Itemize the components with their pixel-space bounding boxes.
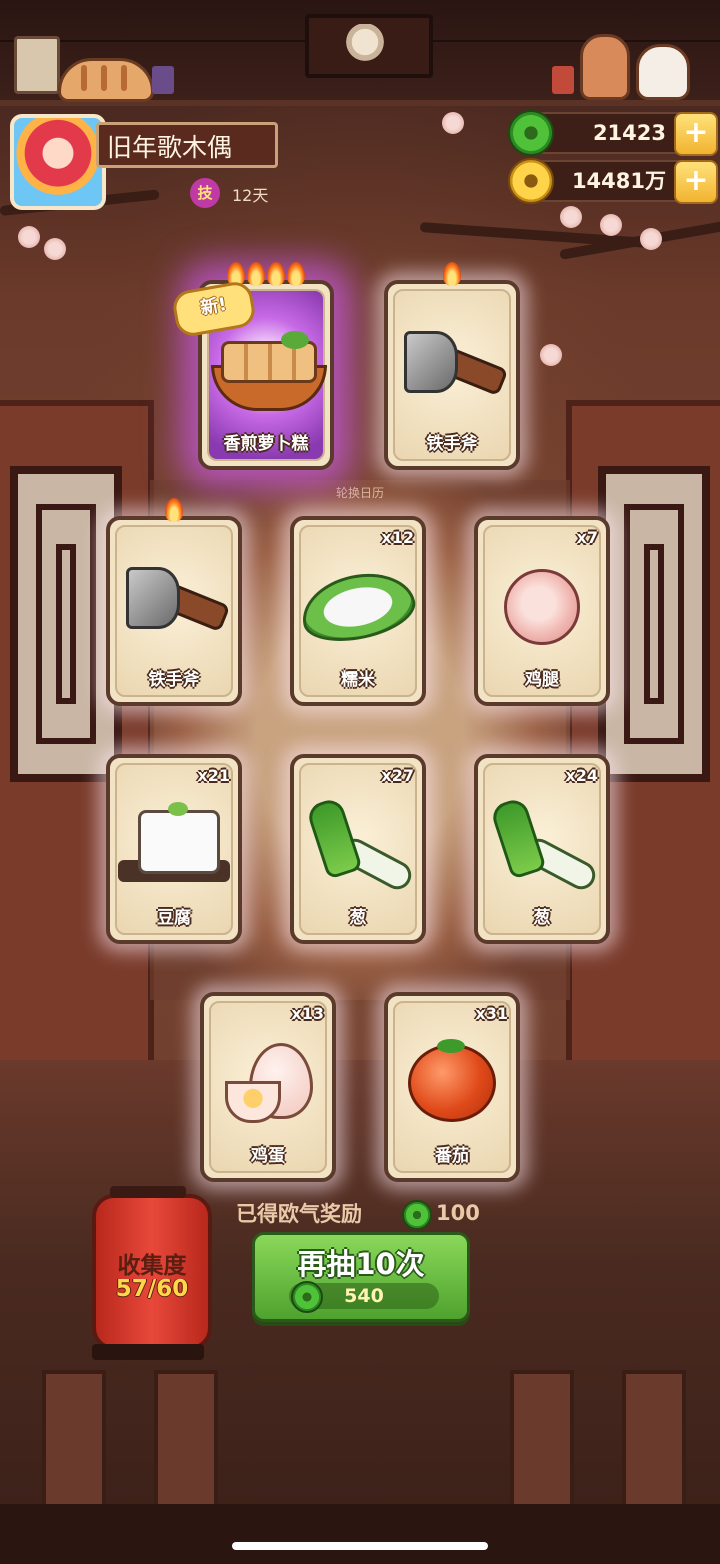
result-card[interactable]: x13 鸡蛋 <box>200 992 336 1182</box>
card-count: x12 <box>381 528 414 547</box>
jade-icon <box>508 110 554 156</box>
tomato-icon <box>408 1039 496 1123</box>
scallion-icon <box>489 796 601 895</box>
collection-progress: 57/60 <box>115 1276 189 1302</box>
coin-resource-bar: 14481万 + <box>508 158 718 204</box>
rarity-flames <box>388 262 516 290</box>
collection-lantern[interactable]: 收集度 57/60 <box>92 1186 212 1360</box>
fence-post <box>510 1370 574 1518</box>
flame-icon <box>267 262 285 286</box>
doll-figure <box>580 34 630 100</box>
card-label: 番茄 <box>435 1146 469 1166</box>
card-count: x13 <box>291 1004 324 1023</box>
jade-icon <box>402 1200 432 1230</box>
jade-resource-bar: 21423 + <box>508 110 718 156</box>
blossom <box>18 226 40 248</box>
luck-reward-row: 已得欧气奖励 100 <box>236 1198 496 1230</box>
hanging-portrait-scroll <box>305 14 433 78</box>
fence-post <box>154 1370 218 1518</box>
add-coin-button[interactable]: + <box>674 160 718 204</box>
top-beam <box>0 0 720 106</box>
blossom <box>540 344 562 366</box>
player-avatar[interactable] <box>10 114 106 210</box>
card-label: 葱 <box>533 908 551 928</box>
blossom <box>560 206 582 228</box>
rarity-flames <box>110 498 238 526</box>
red-jar <box>552 66 574 94</box>
draw-cost: 540 <box>289 1281 439 1313</box>
blossom <box>44 238 66 260</box>
result-card[interactable]: 新! 香煎萝卜糕 <box>170 262 334 470</box>
flame-icon <box>287 262 305 286</box>
chicken-leg-icon <box>504 569 580 646</box>
card-label: 铁手斧 <box>426 434 478 454</box>
axe-icon <box>404 331 509 411</box>
flame-icon <box>443 262 461 286</box>
collection-label: 收集度 <box>117 1253 187 1279</box>
draw-cost-value: 540 <box>344 1285 384 1307</box>
result-card[interactable]: 铁手斧 <box>384 262 520 470</box>
draw-ten-again-button[interactable]: 再抽10次 540 <box>252 1232 470 1322</box>
card-label: 鸡腿 <box>525 670 559 690</box>
paw-jar <box>14 36 60 94</box>
result-card[interactable]: x12 糯米 <box>290 516 426 706</box>
scallion-icon <box>305 796 417 895</box>
card-label: 豆腐 <box>157 908 191 928</box>
blossom <box>600 214 622 236</box>
sleeping-cat <box>58 58 154 102</box>
center-scene-label: 轮换日历 <box>335 486 384 500</box>
blossom <box>640 228 662 250</box>
card-label: 铁手斧 <box>148 670 200 690</box>
result-card[interactable]: x31 番茄 <box>384 992 520 1182</box>
jade-amount: 21423 <box>592 121 666 145</box>
lantern-stand <box>92 1344 204 1360</box>
result-card[interactable]: x7 鸡腿 <box>474 516 610 706</box>
card-label: 鸡蛋 <box>251 1146 285 1166</box>
fence-post <box>622 1370 686 1518</box>
card-label: 葱 <box>349 908 367 928</box>
blossom <box>442 112 464 134</box>
draw-button-label: 再抽10次 <box>297 1247 425 1281</box>
card-count: x21 <box>197 766 230 785</box>
flame-icon <box>247 262 265 286</box>
coin-icon <box>508 158 554 204</box>
coin-amount: 14481万 <box>571 169 666 193</box>
card-label: 糯米 <box>341 670 375 690</box>
eggs-icon <box>225 1043 313 1124</box>
right-window-lattice <box>598 466 710 782</box>
fence-post <box>42 1370 106 1518</box>
result-card[interactable]: x24 葱 <box>474 754 610 944</box>
add-jade-button[interactable]: + <box>674 112 718 156</box>
card-count: x24 <box>565 766 598 785</box>
days-counter: 12天 <box>232 186 269 205</box>
luck-reward-label: 已得欧气奖励 <box>236 1202 362 1226</box>
skill-badge-icon: 技 <box>190 178 220 208</box>
radish-cake-icon <box>211 331 327 412</box>
purple-jar <box>152 66 174 94</box>
result-card[interactable]: x21 豆腐 <box>106 754 242 944</box>
ground-strip <box>0 1504 720 1564</box>
result-card[interactable]: x27 葱 <box>290 754 426 944</box>
white-cat <box>636 44 690 100</box>
player-name: 旧年歌木偶 <box>96 122 278 168</box>
luck-reward-value: 100 <box>436 1201 480 1225</box>
rice-icon <box>295 564 421 651</box>
axe-icon <box>126 567 231 647</box>
card-count: x31 <box>475 1004 508 1023</box>
card-count: x7 <box>576 528 598 547</box>
flame-icon <box>165 498 183 522</box>
card-count: x27 <box>381 766 414 785</box>
card-label: 香煎萝卜糕 <box>223 434 309 454</box>
result-card[interactable]: 铁手斧 <box>106 498 242 706</box>
tofu-icon <box>118 802 230 884</box>
home-indicator[interactable] <box>232 1542 488 1550</box>
